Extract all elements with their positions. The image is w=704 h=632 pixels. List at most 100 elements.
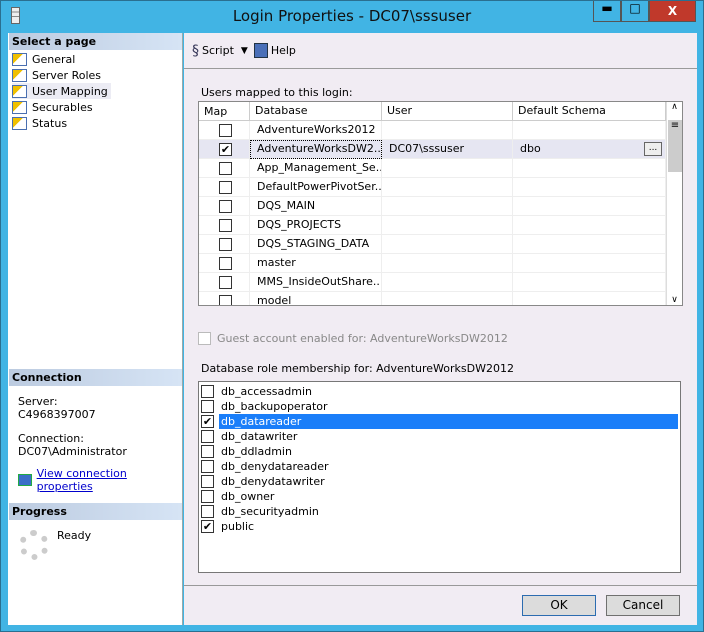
view-connection-properties-link[interactable]: View connection properties [37,467,182,493]
sidebar-item-user-mapping[interactable]: User Mapping [12,83,111,99]
database-cell[interactable]: DQS_PROJECTS [250,216,382,235]
ok-button[interactable]: OK [522,595,596,616]
role-checkbox[interactable] [201,460,214,473]
user-cell[interactable]: DC07\sssuser [382,140,513,159]
database-cell[interactable]: DefaultPowerPivotSer... [250,178,382,197]
schema-cell[interactable] [513,216,666,235]
role-checkbox[interactable] [201,490,214,503]
database-cell[interactable]: model [250,292,382,305]
map-checkbox[interactable] [219,124,232,137]
table-row[interactable]: DefaultPowerPivotSer... [199,178,666,197]
schema-cell[interactable] [513,254,666,273]
schema-cell[interactable] [513,292,666,305]
user-cell[interactable] [382,178,513,197]
schema-cell[interactable]: dbo... [513,140,666,159]
role-item-db-backupoperator[interactable]: db_backupoperator [201,399,678,414]
user-cell[interactable] [382,216,513,235]
role-checkbox[interactable]: ✔ [201,520,214,533]
database-cell[interactable]: master [250,254,382,273]
table-row[interactable]: DQS_PROJECTS [199,216,666,235]
column-header-user[interactable]: User [382,102,513,121]
table-row[interactable]: MMS_InsideOutShare... [199,273,666,292]
table-row[interactable]: ✔ AdventureWorksDW2... DC07\sssuser dbo.… [199,140,666,159]
user-cell[interactable] [382,121,513,140]
map-checkbox[interactable] [219,162,232,175]
user-cell[interactable] [382,292,513,305]
role-item-db-denydatareader[interactable]: db_denydatareader [201,459,678,474]
map-checkbox[interactable] [219,219,232,232]
script-button[interactable]: § Script ▼ [192,43,248,59]
role-item-db-securityadmin[interactable]: db_securityadmin [201,504,678,519]
connection-label: Connection: [18,432,84,445]
database-cell[interactable]: MMS_InsideOutShare... [250,273,382,292]
map-checkbox[interactable] [219,257,232,270]
dropdown-arrow-icon[interactable]: ▼ [241,46,248,56]
help-button[interactable]: Help [253,43,296,58]
database-cell[interactable]: AdventureWorks2012 [250,121,382,140]
database-cell[interactable]: DQS_STAGING_DATA [250,235,382,254]
sidebar-item-securables[interactable]: Securables [12,99,96,115]
role-checkbox[interactable] [201,430,214,443]
scroll-up-icon[interactable]: ∧ [667,102,682,118]
schema-cell[interactable] [513,235,666,254]
database-cell[interactable]: AdventureWorksDW2... [250,140,382,159]
user-cell[interactable] [382,254,513,273]
user-cell[interactable] [382,159,513,178]
table-row[interactable]: DQS_STAGING_DATA [199,235,666,254]
role-checkbox[interactable]: ✔ [201,415,214,428]
table-row[interactable]: DQS_MAIN [199,197,666,216]
role-label: db_securityadmin [221,505,319,518]
table-row[interactable]: App_Management_Se... [199,159,666,178]
minimize-button[interactable]: ▬ [593,1,621,22]
column-header-default-schema[interactable]: Default Schema [513,102,666,121]
column-header-map[interactable]: Map [199,102,250,121]
table-row[interactable]: model [199,292,666,305]
schema-cell[interactable] [513,197,666,216]
map-checkbox[interactable] [219,295,232,305]
map-checkbox[interactable] [219,200,232,213]
schema-cell[interactable] [513,273,666,292]
role-checkbox[interactable] [201,445,214,458]
role-item-db-ddladmin[interactable]: db_ddladmin [201,444,678,459]
role-item-db-denydatawriter[interactable]: db_denydatawriter [201,474,678,489]
grid-scrollbar[interactable]: ∧ ≡ ∨ [666,102,682,305]
user-cell[interactable] [382,197,513,216]
map-cell [199,121,250,140]
user-cell[interactable] [382,235,513,254]
table-row[interactable]: master [199,254,666,273]
role-item-db-accessadmin[interactable]: db_accessadmin [201,384,678,399]
schema-cell[interactable] [513,178,666,197]
user-cell[interactable] [382,273,513,292]
sidebar-item-server-roles[interactable]: Server Roles [12,67,104,83]
role-checkbox[interactable] [201,505,214,518]
connection-value: DC07\Administrator [18,445,127,458]
scroll-down-icon[interactable]: ∨ [667,295,682,305]
map-checkbox[interactable] [219,276,232,289]
map-checkbox[interactable] [219,181,232,194]
column-header-database[interactable]: Database [250,102,382,121]
role-item-db-owner[interactable]: db_owner [201,489,678,504]
cancel-button[interactable]: Cancel [606,595,680,616]
role-checkbox[interactable] [201,475,214,488]
sidebar-item-status[interactable]: Status [12,115,70,131]
database-cell[interactable]: App_Management_Se... [250,159,382,178]
schema-cell[interactable] [513,121,666,140]
map-cell [199,254,250,273]
role-item-db-datawriter[interactable]: db_datawriter [201,429,678,444]
role-item-public[interactable]: ✔ public [201,519,678,534]
scroll-thumb[interactable]: ≡ [668,120,682,172]
browse-schema-button[interactable]: ... [644,142,662,156]
role-item-db-datareader[interactable]: ✔ db_datareader [201,414,678,429]
map-checkbox[interactable] [219,238,232,251]
map-checkbox[interactable]: ✔ [219,143,232,156]
role-checkbox[interactable] [201,400,214,413]
sidebar-item-general[interactable]: General [12,51,78,67]
table-row[interactable]: AdventureWorks2012 [199,121,666,140]
sidebar-item-label: User Mapping [32,84,108,98]
schema-cell[interactable] [513,159,666,178]
grid-header: Map Database User Default Schema [199,102,666,121]
role-checkbox[interactable] [201,385,214,398]
close-button[interactable]: X [649,1,696,22]
database-cell[interactable]: DQS_MAIN [250,197,382,216]
maximize-button[interactable]: □ [621,1,649,22]
